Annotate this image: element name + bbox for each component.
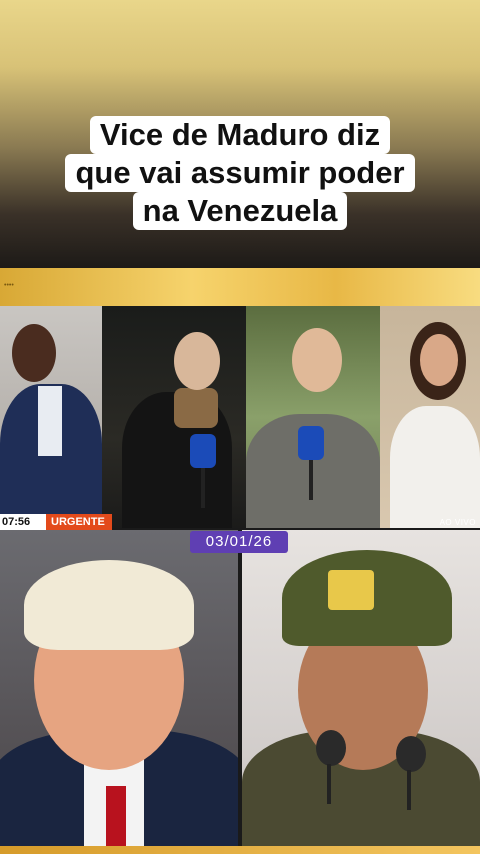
stripe-watermark: •••• <box>4 282 14 289</box>
anchor-dress <box>390 406 480 528</box>
hair <box>24 560 194 650</box>
headline-line-2: que vai assumir poder <box>65 154 415 192</box>
cap-emblem-icon <box>328 570 374 610</box>
anchor-face <box>420 334 458 386</box>
photo-left <box>0 530 238 846</box>
urgent-tag: URGENTE <box>46 514 112 530</box>
microphone-icon <box>396 736 426 810</box>
broadcast-ticker: 07:56 URGENTE <box>0 514 112 530</box>
tie <box>106 786 126 846</box>
microphone-icon <box>190 434 216 508</box>
broadcast-time: 07:56 <box>2 516 31 528</box>
reporter-scarf <box>174 388 218 428</box>
reporter-head <box>174 332 220 390</box>
live-indicator: AO VIVO <box>439 518 476 527</box>
date-badge: 03/01/26 <box>190 531 288 553</box>
headline-line-1: Vice de Maduro diz <box>89 116 391 154</box>
panel-studio-anchor-2 <box>380 306 480 528</box>
microphone-icon <box>298 426 324 500</box>
news-stripe-banner: •••• <box>0 268 480 306</box>
microphone-icon <box>316 730 346 804</box>
anchor-shirt <box>38 386 62 456</box>
panel-reporter-outdoor <box>246 306 380 528</box>
panel-studio-anchor <box>0 306 102 528</box>
headline-line-3: na Venezuela <box>132 192 348 230</box>
panel-reporter-night <box>102 306 246 528</box>
footer-bar <box>0 846 480 854</box>
photo-right <box>242 530 480 846</box>
reporter-head <box>292 328 342 392</box>
anchor-head <box>12 324 56 382</box>
headline: Vice de Maduro diz que vai assumir poder… <box>54 116 426 230</box>
